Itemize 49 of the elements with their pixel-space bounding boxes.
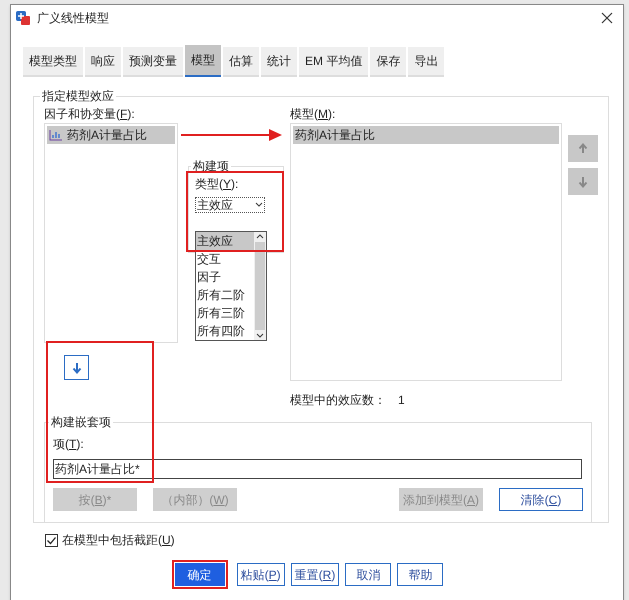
tab[interactable]: 保存 (370, 47, 406, 77)
checkbox-icon[interactable] (45, 534, 58, 546)
group-title: 构建嵌套项 (50, 414, 112, 431)
factors-label: 因子和协变量(F): (44, 106, 136, 123)
tab[interactable]: EM 平均值 (299, 47, 368, 77)
term-field[interactable]: 药剂A计量占比* (53, 459, 582, 479)
item-text: 药剂A计量占比 (67, 127, 148, 144)
dialog-button[interactable]: 取消 (345, 563, 392, 586)
term-label: 项(T): (53, 436, 85, 453)
down-arrow-icon (578, 176, 588, 188)
type-options-list[interactable]: 主效应 交互 因子 所有二阶 所有三阶 所有四阶 (195, 231, 267, 341)
tab[interactable]: 导出 (408, 47, 444, 77)
tab[interactable]: 模型类型 (23, 47, 83, 77)
group-title: 指定模型效应 (41, 88, 115, 105)
type-label: 类型(Y): (195, 176, 240, 193)
effects-count-value: 1 (398, 392, 405, 409)
dialog-button[interactable]: 帮助 (397, 563, 444, 586)
dropdown-option[interactable]: 所有四阶 (196, 322, 254, 340)
window-title: 广义线性模型 (37, 10, 109, 27)
effects-count-label: 模型中的效应数： (290, 392, 386, 409)
type-dropdown[interactable]: 主效应 (195, 197, 265, 213)
tab[interactable]: 估算 (223, 47, 259, 77)
dropdown-option[interactable]: 主效应 (196, 232, 254, 250)
term-button[interactable]: 清除(C) (499, 488, 583, 511)
model-list[interactable]: 药剂A计量占比 (290, 123, 562, 381)
list-item[interactable]: 药剂A计量占比 (293, 126, 559, 144)
model-label: 模型(M): (290, 106, 336, 123)
add-nested-button[interactable] (64, 355, 89, 380)
dropdown-option[interactable]: 所有三阶 (196, 304, 254, 322)
list-item[interactable]: 药剂A计量占比 (47, 126, 175, 144)
dialog-button[interactable]: 重置(R) (290, 563, 340, 586)
up-arrow-icon (578, 142, 588, 154)
scrollbar[interactable] (254, 232, 266, 340)
tab[interactable]: 统计 (261, 47, 297, 77)
dialog-button[interactable]: 粘贴(P) (236, 563, 285, 586)
down-arrow-icon (72, 362, 82, 374)
tab[interactable]: 预测变量 (123, 47, 183, 77)
app-icon (15, 10, 31, 26)
group-title: 构建项 (192, 158, 230, 175)
factors-list[interactable]: 药剂A计量占比 (44, 123, 178, 343)
tab[interactable]: 响应 (85, 47, 121, 77)
dropdown-option[interactable]: 交互 (196, 250, 254, 268)
close-icon[interactable] (601, 12, 613, 24)
ok-button[interactable]: 确定 (174, 563, 225, 586)
chevron-down-icon (255, 202, 263, 208)
intercept-checkbox[interactable]: 在模型中包括截距(U) (45, 531, 175, 549)
dropdown-option[interactable]: 所有二阶 (196, 286, 254, 304)
dropdown-option[interactable]: 因子 (196, 268, 254, 286)
tab[interactable]: 模型 (185, 45, 221, 77)
